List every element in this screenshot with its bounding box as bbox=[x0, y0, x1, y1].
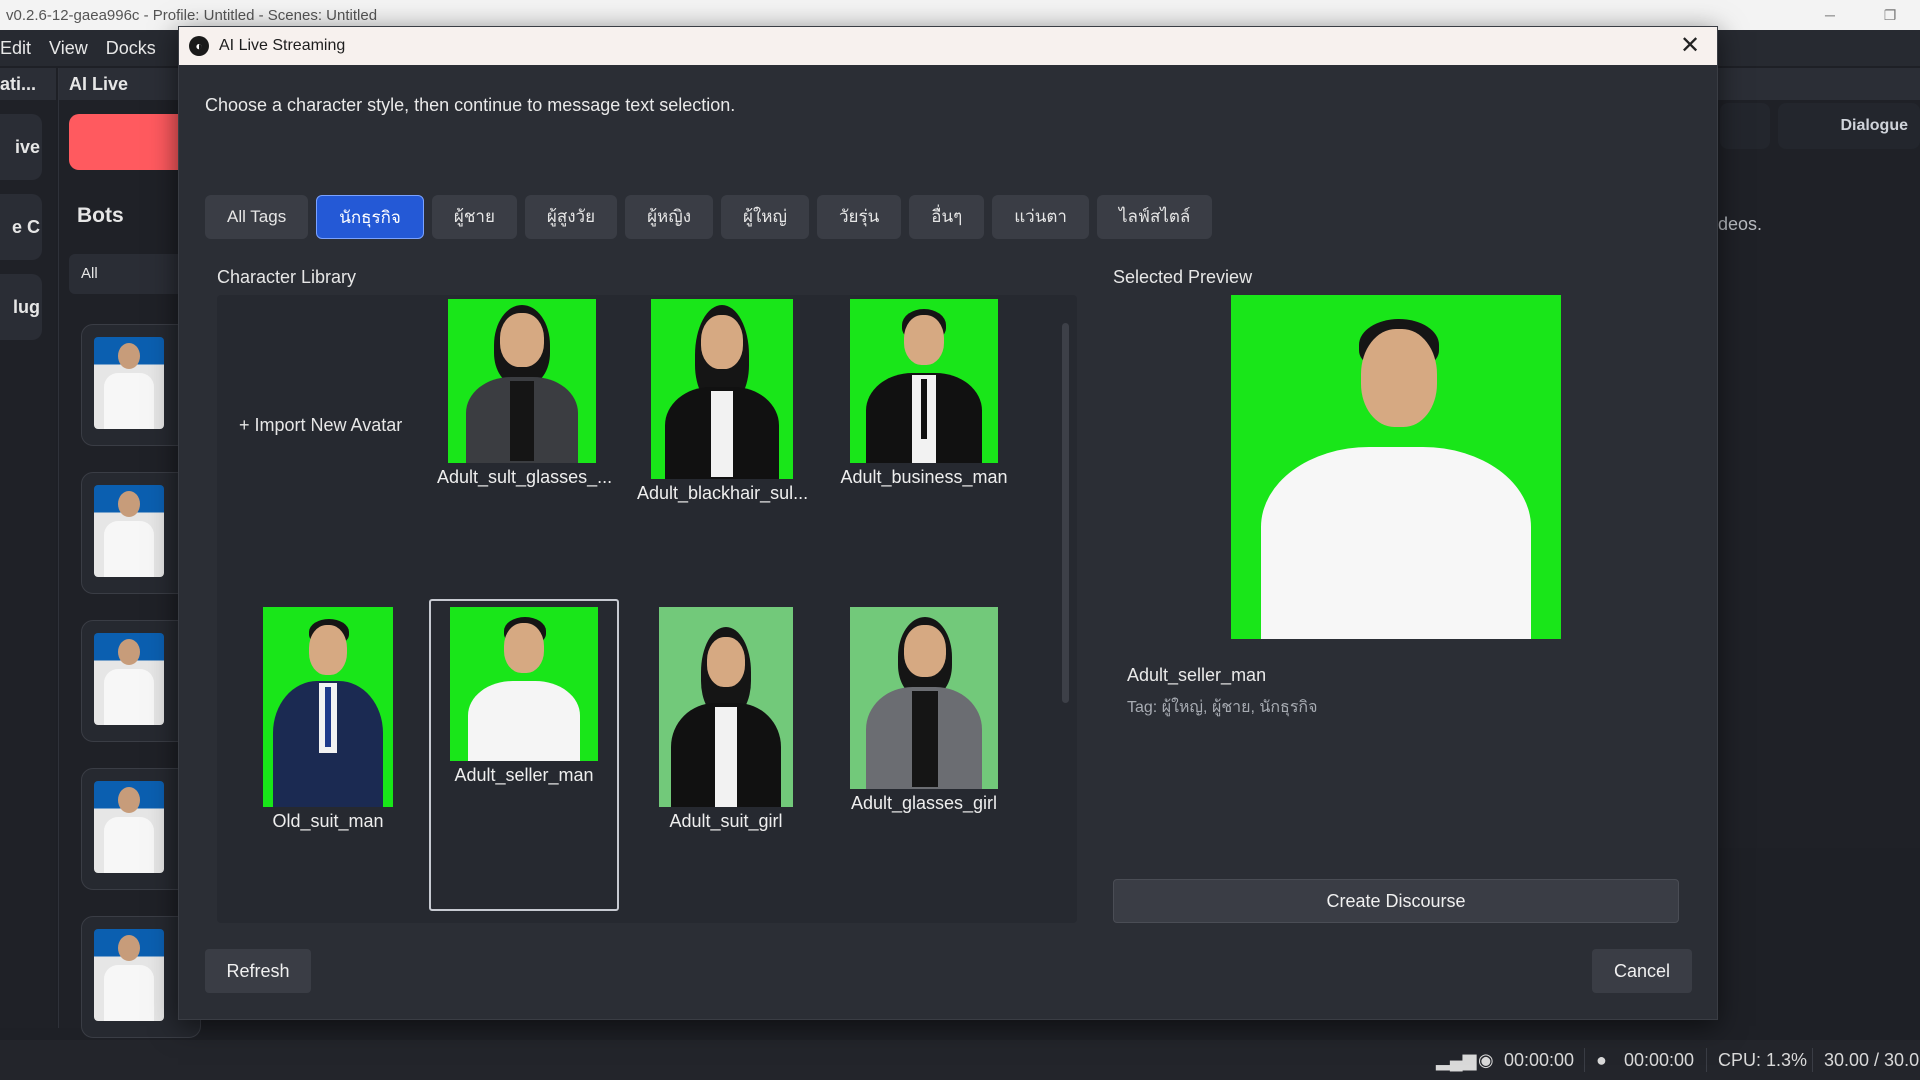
character-photo bbox=[450, 607, 598, 761]
selected-character-name: Adult_seller_man bbox=[1127, 665, 1267, 685]
character-photo bbox=[651, 299, 793, 479]
right-dock bbox=[1717, 68, 1920, 848]
ai-live-streaming-dialog: ◐ AI Live Streaming ✕ Choose a character… bbox=[178, 26, 1718, 1020]
dialog-titlebar: ◐ AI Live Streaming ✕ bbox=[179, 27, 1717, 65]
stream-icon: ◉ bbox=[1478, 1050, 1494, 1070]
record-icon: ● bbox=[1596, 1050, 1607, 1070]
character-name: Adult_sult_glasses_... bbox=[437, 467, 613, 487]
menu-docks[interactable]: Docks bbox=[106, 38, 166, 59]
character-card[interactable]: Adult_glasses_girl bbox=[839, 607, 1009, 814]
right-dock-text: deos. bbox=[1718, 214, 1763, 234]
character-photo bbox=[263, 607, 393, 807]
fps-readout: 30.00 / 30.0 bbox=[1824, 1050, 1920, 1070]
character-photo bbox=[850, 299, 998, 463]
import-avatar-button[interactable]: + Import New Avatar bbox=[239, 415, 402, 436]
window-title: v0.2.6-12-gaea996c - Profile: Untitled -… bbox=[6, 6, 378, 24]
record-time: 00:00:00 bbox=[1624, 1050, 1695, 1070]
tag-teen[interactable]: วัยรุ่น bbox=[816, 195, 902, 239]
character-card[interactable]: Adult_sult_glasses_... bbox=[437, 299, 613, 488]
side-tab-c[interactable]: e C bbox=[0, 194, 42, 260]
right-tab[interactable] bbox=[1720, 103, 1770, 149]
dock-header: ati... bbox=[0, 68, 56, 100]
character-name: Adult_business_man bbox=[840, 467, 1008, 487]
stream-time: 00:00:00 bbox=[1504, 1050, 1575, 1070]
character-photo bbox=[659, 607, 793, 807]
bot-avatar bbox=[94, 929, 164, 1021]
cpu-usage: CPU: 1.3% bbox=[1718, 1050, 1808, 1070]
tag-glasses[interactable]: แว่นตา bbox=[992, 195, 1089, 239]
right-dock-header bbox=[1717, 68, 1920, 100]
character-photo bbox=[850, 607, 998, 789]
restore-icon[interactable]: ❐ bbox=[1860, 0, 1920, 30]
window-controls: ─ ❐ bbox=[1800, 0, 1920, 30]
tag-lifestyle[interactable]: ไลฟ์สไตล์ bbox=[1096, 195, 1213, 239]
bot-avatar bbox=[94, 781, 164, 873]
status-bar: ▂▄▆ ◉ 00:00:00 ● 00:00:00 CPU: 1.3% 30.0… bbox=[0, 1040, 1920, 1080]
dialog-instructions: Choose a character style, then continue … bbox=[205, 95, 736, 115]
minimize-icon[interactable]: ─ bbox=[1800, 0, 1860, 30]
menu-edit[interactable]: Edit bbox=[0, 38, 49, 59]
bot-avatar bbox=[94, 485, 164, 577]
selected-preview-image bbox=[1231, 295, 1561, 639]
character-card[interactable]: Old_suit_man bbox=[243, 607, 413, 832]
character-card[interactable]: Adult_business_man bbox=[839, 299, 1009, 488]
library-scrollbar[interactable] bbox=[1062, 323, 1069, 703]
character-library-label: Character Library bbox=[217, 267, 357, 287]
character-name: Adult_glasses_girl bbox=[850, 793, 998, 813]
tag-female[interactable]: ผู้หญิง bbox=[625, 195, 714, 239]
tag-businessperson[interactable]: นักธุรกิจ bbox=[316, 195, 424, 239]
tag-elderly[interactable]: ผู้สูงวัย bbox=[524, 195, 618, 239]
tag-male[interactable]: ผู้ชาย bbox=[431, 195, 517, 239]
side-tab-plugin[interactable]: lug bbox=[0, 274, 42, 340]
character-name: Adult_blackhair_sul... bbox=[637, 483, 809, 503]
tag-filter-bar: All Tags นักธุรกิจ ผู้ชาย ผู้สูงวัย ผู้ห… bbox=[205, 195, 1213, 239]
character-name: Adult_suit_girl bbox=[669, 811, 783, 831]
character-name: Old_suit_man bbox=[272, 811, 384, 831]
menu-view[interactable]: View bbox=[49, 38, 106, 59]
character-card-selected[interactable]: Adult_seller_man bbox=[429, 599, 619, 911]
dialog-title: AI Live Streaming bbox=[219, 37, 346, 54]
character-card[interactable]: Adult_blackhair_sul... bbox=[637, 299, 809, 504]
create-discourse-button[interactable]: Create Discourse bbox=[1113, 879, 1679, 923]
character-name: Adult_seller_man bbox=[454, 765, 594, 785]
tag-all[interactable]: All Tags bbox=[205, 195, 309, 239]
close-icon[interactable]: ✕ bbox=[1675, 31, 1705, 61]
bots-title: Bots bbox=[77, 204, 124, 227]
cancel-button[interactable]: Cancel bbox=[1592, 949, 1692, 993]
bot-avatar bbox=[94, 337, 164, 429]
refresh-button[interactable]: Refresh bbox=[205, 949, 311, 993]
character-card[interactable]: Adult_suit_girl bbox=[641, 607, 811, 832]
ai-live-dock: AI Live Bots All bbox=[58, 68, 219, 1038]
app-logo-icon: ◐ bbox=[189, 36, 209, 56]
tag-other[interactable]: อื่นๆ bbox=[909, 195, 985, 239]
character-photo bbox=[448, 299, 596, 463]
selected-preview-label: Selected Preview bbox=[1113, 267, 1253, 287]
dock-header-ai-live: AI Live bbox=[59, 68, 188, 100]
network-icon: ▂▄▆ bbox=[1436, 1050, 1477, 1070]
tab-dialogue[interactable]: Dialogue bbox=[1778, 103, 1920, 149]
selected-character-tags: Tag: ผู้ใหญ่, ผู้ชาย, นักธุรกิจ bbox=[1127, 699, 1318, 716]
side-tab-live[interactable]: ive bbox=[0, 114, 42, 180]
bot-avatar bbox=[94, 633, 164, 725]
tag-adult[interactable]: ผู้ใหญ่ bbox=[721, 195, 809, 239]
